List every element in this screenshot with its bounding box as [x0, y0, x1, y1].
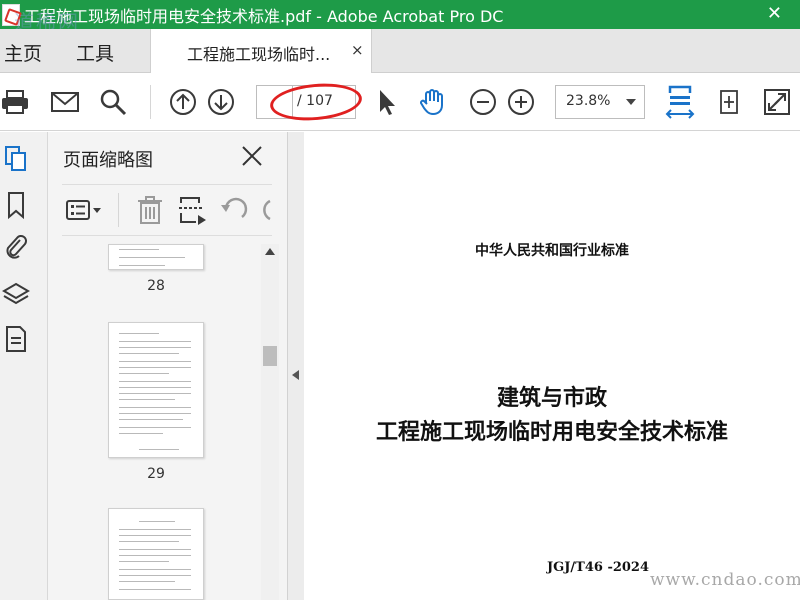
print-icon[interactable]: [0, 87, 30, 117]
chevron-down-icon: [626, 99, 636, 105]
page-thumbnails-panel: 页面缩略图 28 29: [48, 132, 288, 600]
page-thumbnail-29[interactable]: [108, 322, 204, 458]
page-thumbnail-28[interactable]: [108, 244, 204, 270]
nav-tools-tab[interactable]: 工具: [76, 39, 114, 66]
close-icon[interactable]: [240, 144, 264, 168]
thumbnail-toolbar: [62, 184, 272, 236]
fit-page-icon[interactable]: [714, 87, 744, 117]
page-down-icon[interactable]: [206, 87, 236, 117]
page-thumbnails-icon[interactable]: [2, 144, 30, 174]
undo-icon[interactable]: [218, 195, 250, 225]
document-title-line2: 工程施工现场临时用电安全技术标准: [375, 420, 728, 445]
zoom-in-icon[interactable]: [506, 87, 536, 117]
title-bar: 工程施工现场临时用电安全技术标准.pdf - Adobe Acrobat Pro…: [0, 0, 800, 29]
attachment-icon[interactable]: [2, 232, 30, 262]
zoom-out-icon[interactable]: [468, 87, 498, 117]
thumbnail-label: 29: [147, 466, 165, 482]
page-up-icon[interactable]: [168, 87, 198, 117]
panel-splitter[interactable]: [288, 132, 304, 600]
window-close-button[interactable]: ✕: [767, 3, 782, 24]
email-icon[interactable]: [50, 87, 80, 117]
panel-separator: [118, 193, 119, 227]
tab-row: 主页 工具 工程施工现场临时... ×: [0, 29, 800, 74]
collapse-panel-icon[interactable]: [292, 370, 299, 380]
nav-home-tab[interactable]: 主页: [4, 39, 42, 66]
select-cursor-icon[interactable]: [372, 87, 402, 117]
extract-icon[interactable]: [176, 195, 208, 225]
thumbnail-scrollbar[interactable]: [261, 244, 279, 600]
fit-width-icon[interactable]: [664, 83, 696, 123]
document-tab-close-button[interactable]: ×: [351, 41, 364, 59]
document-icon[interactable]: [2, 324, 30, 354]
redo-icon[interactable]: [256, 195, 272, 225]
hand-icon[interactable]: [418, 87, 448, 117]
watermark-bottom-right: www.cndao.com: [650, 570, 800, 590]
pdf-app-icon: [2, 3, 20, 26]
layers-icon[interactable]: [2, 280, 30, 310]
search-icon[interactable]: [98, 87, 128, 117]
panel-title: 页面缩略图: [63, 150, 153, 171]
scroll-up-icon[interactable]: [265, 248, 275, 255]
bookmark-icon[interactable]: [2, 190, 30, 220]
page-thumbnail-30[interactable]: [108, 508, 204, 600]
document-tab-label: 工程施工现场临时...: [187, 45, 331, 64]
document-standard-code: JGJ/T46 -2024: [547, 560, 650, 575]
navigation-rail: [0, 132, 48, 600]
scrollbar-thumb[interactable]: [263, 346, 277, 366]
document-view[interactable]: 中华人民共和国行业标准 建筑与市政 工程施工现场临时用电安全技术标准 JGJ/T…: [304, 132, 800, 600]
zoom-value: 23.8%: [566, 93, 611, 109]
toolbar-separator: [150, 85, 151, 119]
toolbar: / 107 23.8%: [0, 73, 800, 131]
document-header: 中华人民共和国行业标准: [475, 243, 629, 259]
zoom-level-select[interactable]: 23.8%: [555, 85, 645, 119]
window-title: 工程施工现场临时用电安全技术标准.pdf - Adobe Acrobat Pro…: [24, 6, 504, 26]
document-tab[interactable]: 工程施工现场临时... ×: [150, 29, 372, 74]
delete-icon[interactable]: [134, 195, 166, 225]
thumbnail-options-icon[interactable]: [64, 195, 104, 225]
thumbnail-label: 28: [147, 278, 165, 294]
document-title-line1: 建筑与市政: [496, 386, 607, 411]
fullscreen-icon[interactable]: [762, 87, 792, 117]
